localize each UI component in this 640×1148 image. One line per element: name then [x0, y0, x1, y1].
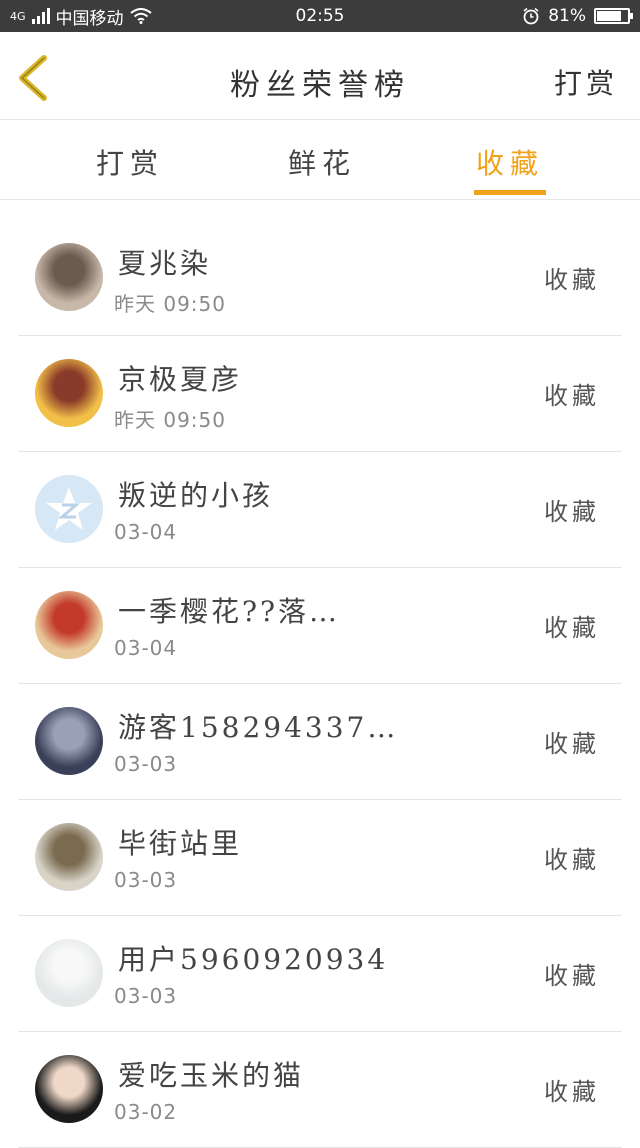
network-label: 4G [10, 9, 26, 23]
timestamp: 昨天 09:50 [114, 292, 226, 316]
reward-button[interactable]: 打赏 [554, 62, 618, 102]
avatar[interactable] [35, 475, 103, 543]
status-bar: 4G 中国移动 02:55 81% [0, 0, 640, 32]
favorite-action-label: 收藏 [544, 382, 600, 410]
user-name: 夏兆染 [118, 247, 212, 280]
navigation-bar: 粉丝荣誉榜 打赏 [0, 32, 640, 120]
alarm-icon [523, 7, 539, 25]
list-item[interactable]: 一季樱花??落… 03-04 收藏 [18, 568, 622, 684]
favorite-action-label: 收藏 [544, 498, 600, 526]
timestamp: 03-03 [114, 984, 178, 1008]
timestamp: 03-04 [114, 520, 178, 544]
timestamp: 03-03 [114, 868, 178, 892]
favorite-action-label: 收藏 [544, 1078, 600, 1106]
tab-favorites[interactable]: 收藏 [460, 142, 560, 182]
signal-icon [31, 8, 50, 24]
page-title: 粉丝荣誉榜 [230, 68, 410, 103]
timestamp: 03-03 [114, 752, 178, 776]
avatar[interactable] [35, 707, 103, 775]
favorite-action-label: 收藏 [544, 962, 600, 990]
user-name: 爱吃玉米的猫 [118, 1059, 305, 1092]
fans-list: 夏兆染 昨天 09:50 收藏 京极夏彦 昨天 09:50 收藏 叛逆的小孩 03-04 收藏一… [0, 220, 640, 1148]
avatar[interactable] [35, 359, 103, 427]
tab-bar: 打赏 鲜花 收藏 [0, 120, 640, 200]
tab-flowers[interactable]: 鲜花 [272, 142, 372, 182]
list-item[interactable]: 用户5960920934 03-03 收藏 [18, 916, 622, 1032]
wifi-icon [129, 8, 152, 24]
list-item[interactable]: 毕街站里 03-03 收藏 [18, 800, 622, 916]
carrier-label: 中国移动 [55, 8, 124, 29]
list-item[interactable]: 爱吃玉米的猫 03-02 收藏 [18, 1032, 622, 1148]
user-name: 京极夏彦 [118, 363, 243, 396]
battery-icon [594, 8, 633, 24]
timestamp: 昨天 09:50 [114, 408, 226, 432]
user-name: 用户5960920934 [118, 943, 389, 976]
favorite-action-label: 收藏 [544, 614, 600, 642]
timestamp: 03-02 [114, 1100, 178, 1124]
avatar[interactable] [35, 591, 103, 659]
list-item[interactable]: 京极夏彦昨天 09:50 收藏 [18, 336, 622, 452]
list-item[interactable]: 夏兆染昨天 09:50 收藏 [18, 220, 622, 336]
user-name: 毕街站里 [118, 827, 243, 860]
avatar[interactable] [35, 243, 103, 311]
user-name: 游客158294337… [118, 711, 399, 744]
avatar[interactable] [35, 823, 103, 891]
favorite-action-label: 收藏 [544, 730, 600, 758]
list-item[interactable]: 叛逆的小孩 03-04 收藏 [18, 452, 622, 568]
battery-percent: 81% [548, 6, 586, 26]
list-item[interactable]: 游客158294337… 03-03 收藏 [18, 684, 622, 800]
battery-fill [597, 11, 621, 21]
status-left: 4G 中国移动 [10, 4, 152, 29]
active-tab-indicator [474, 190, 546, 195]
favorite-action-label: 收藏 [544, 846, 600, 874]
avatar[interactable] [35, 939, 103, 1007]
user-name: 一季樱花??落… [118, 595, 341, 628]
tab-reward[interactable]: 打赏 [80, 142, 180, 182]
qq-star-icon [35, 475, 103, 543]
timestamp: 03-04 [114, 636, 178, 660]
user-name: 叛逆的小孩 [118, 479, 274, 512]
favorite-action-label: 收藏 [544, 266, 600, 294]
status-right: 81% [522, 6, 633, 26]
avatar[interactable] [35, 1055, 103, 1123]
